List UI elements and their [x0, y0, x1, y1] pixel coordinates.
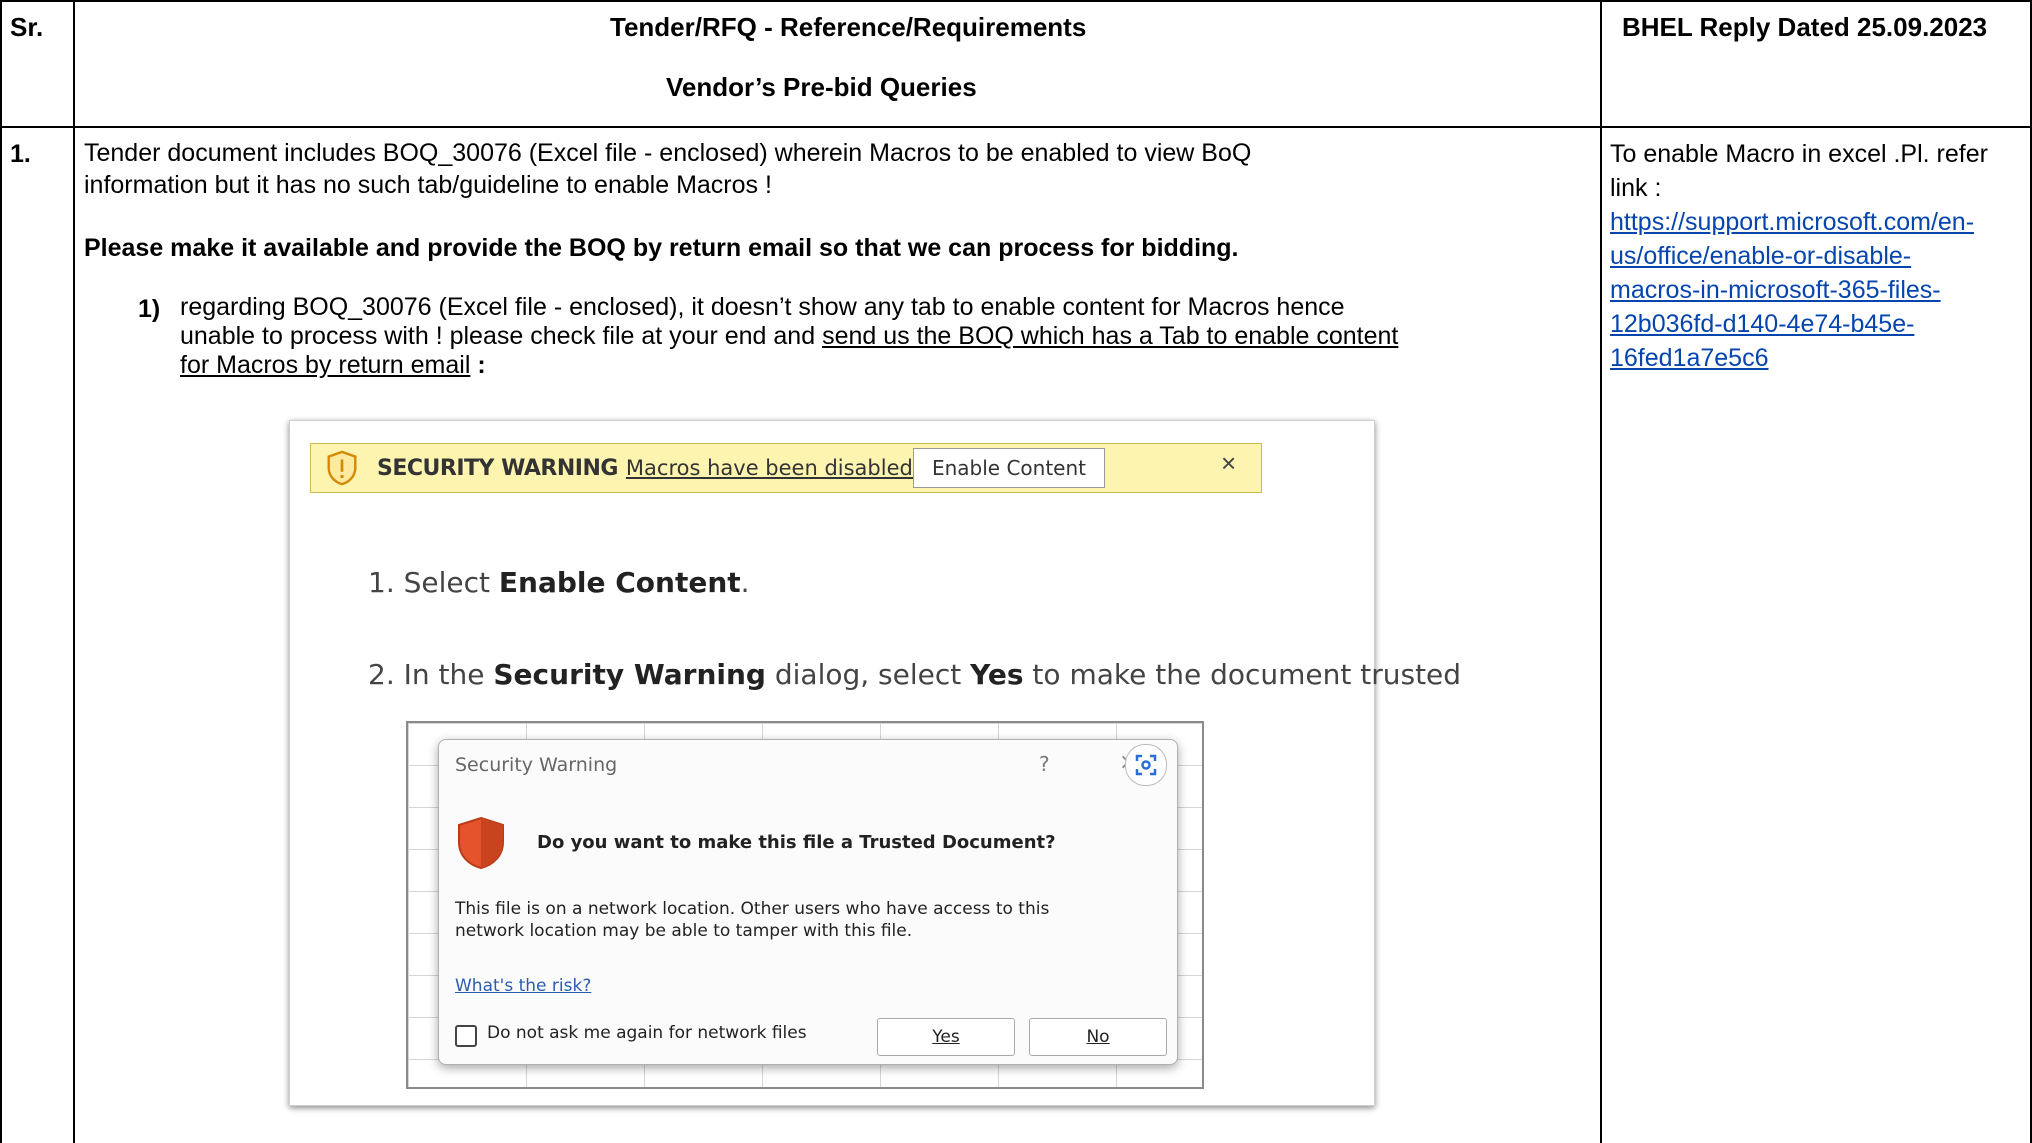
- reply-link-line-1[interactable]: https://support.microsoft.com/en-: [1610, 205, 2020, 239]
- table-column-divider-1: [73, 0, 75, 1143]
- header-reference-title: Tender/RFQ - Reference/Requirements: [610, 12, 1087, 42]
- no-button[interactable]: No: [1029, 1018, 1167, 1056]
- row-sr-number: 1.: [10, 140, 31, 168]
- query-item-number: 1): [138, 295, 161, 323]
- table-left-border: [0, 0, 2, 1143]
- macros-disabled-message[interactable]: Macros have been disabled.: [626, 456, 920, 480]
- header-row-divider: [0, 126, 2032, 128]
- query-item-line-2-underlined: send us the BOQ which has a Tab to enabl…: [822, 322, 1399, 350]
- step-2-bold-1: Security Warning: [493, 658, 766, 691]
- step-1-bold: Enable Content: [498, 566, 741, 599]
- do-not-ask-checkbox[interactable]: [455, 1025, 477, 1047]
- screen-capture-icon[interactable]: [1125, 744, 1167, 786]
- header-reference-subtitle: Vendor’s Pre-bid Queries: [666, 72, 977, 102]
- reply-link-line-2[interactable]: us/office/enable-or-disable-: [1610, 239, 2020, 273]
- table-top-border: [0, 0, 2032, 2]
- step-2-prefix: 2. In the: [368, 658, 494, 691]
- reply-link-line-3[interactable]: macros-in-microsoft-365-files-: [1610, 273, 2020, 307]
- security-warning-bar: SECURITY WARNING Macros have been disabl…: [310, 443, 1262, 493]
- query-item-line-3-colon: :: [470, 351, 486, 379]
- header-reply-title: BHEL Reply Dated 25.09.2023: [1622, 12, 1988, 42]
- bhel-reply: To enable Macro in excel .Pl. refer link…: [1610, 137, 2020, 375]
- yes-button[interactable]: Yes: [877, 1018, 1015, 1056]
- security-warning-dialog: Security Warning ? × Do you want to make…: [438, 739, 1178, 1065]
- query-item-line-2-plain: unable to process with ! please check fi…: [180, 322, 823, 350]
- step-1-prefix: 1. Select: [368, 566, 499, 599]
- help-icon[interactable]: ?: [1039, 752, 1050, 776]
- query-item-line-3-underlined: for Macros by return email: [180, 351, 471, 379]
- query-item-text: regarding BOQ_30076 (Excel file - enclos…: [180, 293, 1596, 380]
- step-2-bold-2: Yes: [970, 658, 1024, 691]
- step-2-suffix: to make the document trusted: [1023, 658, 1462, 691]
- query-item-line-3: for Macros by return email :: [180, 351, 1596, 380]
- do-not-ask-label: Do not ask me again for network files: [487, 1023, 807, 1043]
- reply-link[interactable]: https://support.microsoft.com/en- us/off…: [1610, 205, 2020, 375]
- step-1: 1. Select Enable Content.: [368, 566, 750, 599]
- dialog-body-line-2: network location may be able to tamper w…: [455, 921, 913, 941]
- reply-link-line-5[interactable]: 16fed1a7e5c6: [1610, 341, 2020, 375]
- dialog-title: Security Warning: [455, 754, 618, 776]
- step-2-mid: dialog, select: [765, 658, 971, 691]
- close-icon[interactable]: ×: [1221, 448, 1236, 479]
- table-column-divider-2: [1600, 0, 1602, 1143]
- query-paragraph-1: Tender document includes BOQ_30076 (Exce…: [84, 137, 1594, 201]
- dialog-question: Do you want to make this file a Trusted …: [537, 832, 1056, 853]
- warning-shield-icon: [327, 450, 357, 486]
- query-item-line-2: unable to process with ! please check fi…: [180, 322, 1596, 351]
- whats-the-risk-link[interactable]: What's the risk?: [455, 976, 591, 996]
- query-paragraph-2: Please make it available and provide the…: [84, 234, 1239, 262]
- dialog-body: This file is on a network location. Othe…: [455, 898, 1115, 942]
- trust-shield-icon: [458, 816, 504, 870]
- reply-link-line-4[interactable]: 12b036fd-d140-4e74-b45e-: [1610, 307, 2020, 341]
- query-item-line-1: regarding BOQ_30076 (Excel file - enclos…: [180, 293, 1345, 321]
- security-warning-title: SECURITY WARNING: [377, 455, 618, 481]
- step-2: 2. In the Security Warning dialog, selec…: [368, 658, 1461, 691]
- reply-text: To enable Macro in excel .Pl. refer link…: [1610, 140, 1988, 202]
- enable-content-button[interactable]: Enable Content: [913, 448, 1105, 488]
- embedded-screenshot: SECURITY WARNING Macros have been disabl…: [289, 420, 1461, 1106]
- dialog-body-line-1: This file is on a network location. Othe…: [455, 899, 1050, 919]
- query-paragraph-1-line-1: Tender document includes BOQ_30076 (Exce…: [84, 139, 1252, 167]
- header-sr: Sr.: [10, 12, 44, 42]
- query-paragraph-1-line-2: information but it has no such tab/guide…: [84, 171, 772, 199]
- step-1-suffix: .: [740, 566, 750, 599]
